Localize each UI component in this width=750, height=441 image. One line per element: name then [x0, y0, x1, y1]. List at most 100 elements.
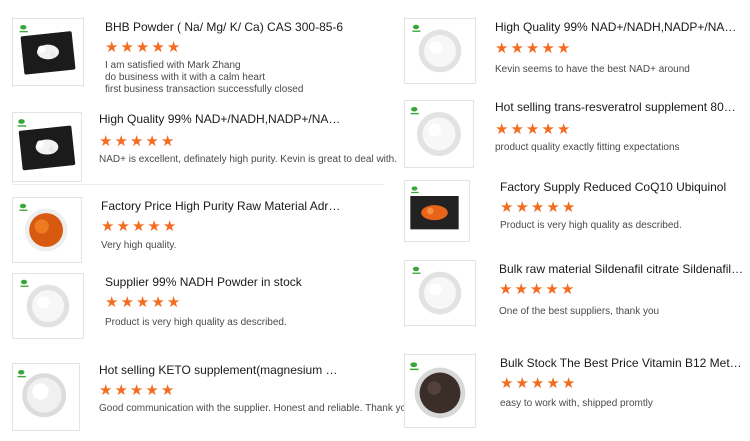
star-icon: ★ [160, 382, 175, 399]
star-icon: ★ [151, 39, 165, 56]
star-rating: ★ ★ ★ ★ ★ [105, 295, 180, 310]
divider [12, 184, 384, 185]
star-rating: ★ ★ ★ ★ ★ [500, 376, 575, 391]
star-rating: ★ ★ ★ ★ ★ [99, 134, 174, 149]
brand-logo-icon [17, 119, 27, 127]
star-icon: ★ [525, 40, 540, 57]
product-title-link[interactable]: Bulk Stock The Best Price Vitamin B12 Me… [500, 356, 745, 370]
star-icon: ★ [541, 40, 555, 57]
brand-logo-icon [19, 24, 28, 33]
review-comment: easy to work with, shipped promtly [500, 398, 653, 409]
star-rating: ★ ★ ★ ★ ★ [495, 122, 570, 137]
product-title-link[interactable]: Hot selling trans-resveratrol supplement… [495, 100, 740, 114]
product-title-link[interactable]: Supplier 99% NADH Powder in stock [105, 275, 302, 289]
star-icon: ★ [546, 199, 560, 216]
star-icon: ★ [129, 382, 144, 399]
white-powder-product-image[interactable] [12, 273, 84, 339]
star-icon: ★ [114, 382, 128, 399]
star-rating: ★ ★ ★ ★ ★ [495, 41, 570, 56]
star-icon: ★ [510, 40, 524, 57]
white-powder-product-image[interactable] [12, 18, 84, 86]
star-icon: ★ [162, 218, 177, 235]
star-icon: ★ [525, 121, 540, 138]
star-icon: ★ [556, 121, 571, 138]
white-powder-product-image[interactable] [404, 100, 474, 168]
brand-logo-icon [410, 106, 419, 115]
review-comment: first business transaction successfully … [105, 84, 304, 95]
review-comment: product quality exactly fitting expectat… [495, 142, 680, 153]
star-rating: ★ ★ ★ ★ ★ [499, 282, 574, 297]
product-title-link[interactable]: BHB Powder ( Na/ Mg/ K/ Ca) CAS 300-85-6 [105, 20, 343, 34]
star-icon: ★ [147, 218, 161, 235]
star-icon: ★ [500, 375, 514, 392]
star-icon: ★ [105, 39, 119, 56]
white-powder-product-image[interactable] [12, 112, 82, 182]
star-icon: ★ [145, 382, 159, 399]
orange-powder-product-image[interactable] [12, 197, 82, 263]
brand-logo-icon [17, 369, 26, 378]
dark-powder-product-image[interactable] [404, 354, 476, 428]
star-rating: ★ ★ ★ ★ ★ [500, 200, 575, 215]
star-icon: ★ [116, 218, 130, 235]
product-title-link[interactable]: High Quality 99% NAD+/NADH,NADP+/NADPH..… [495, 20, 740, 34]
brand-logo-icon [19, 203, 28, 211]
star-icon: ★ [135, 294, 150, 311]
star-rating: ★ ★ ★ ★ ★ [105, 40, 180, 55]
review-comment: NAD+ is excellent, definately high purit… [99, 154, 398, 165]
star-icon: ★ [131, 218, 146, 235]
star-icon: ★ [99, 382, 113, 399]
star-icon: ★ [101, 218, 115, 235]
star-icon: ★ [514, 281, 528, 298]
star-icon: ★ [561, 199, 576, 216]
star-icon: ★ [556, 40, 571, 57]
star-icon: ★ [114, 133, 128, 150]
product-title-link[interactable]: Factory Supply Reduced CoQ10 Ubiquinol [500, 180, 726, 194]
star-icon: ★ [510, 121, 524, 138]
star-icon: ★ [561, 375, 576, 392]
white-powder-product-image[interactable] [12, 363, 80, 431]
brand-logo-icon [409, 362, 419, 371]
star-icon: ★ [545, 281, 559, 298]
star-icon: ★ [129, 133, 144, 150]
star-icon: ★ [166, 294, 181, 311]
brand-logo-icon [412, 266, 421, 274]
star-icon: ★ [500, 199, 514, 216]
star-icon: ★ [99, 133, 113, 150]
star-icon: ★ [160, 133, 175, 150]
review-comment: Good communication with the supplier. Ho… [99, 403, 415, 414]
star-icon: ★ [166, 39, 181, 56]
star-icon: ★ [515, 199, 529, 216]
review-comment: I am satisfied with Mark Zhang [105, 60, 241, 71]
star-rating: ★ ★ ★ ★ ★ [101, 219, 176, 234]
star-icon: ★ [120, 39, 134, 56]
product-title-link[interactable]: Factory Price High Purity Raw Material A… [101, 199, 341, 213]
review-comment: do business with it with a calm heart [105, 72, 266, 83]
star-icon: ★ [546, 375, 560, 392]
star-icon: ★ [499, 281, 513, 298]
product-title-link[interactable]: Hot selling KETO supplement(magnesium BH… [99, 363, 339, 377]
brand-logo-icon [412, 24, 421, 32]
review-comment: Very high quality. [101, 240, 177, 251]
star-icon: ★ [541, 121, 555, 138]
review-comment: Kevin seems to have the best NAD+ around [495, 64, 690, 75]
star-icon: ★ [495, 121, 509, 138]
star-icon: ★ [145, 133, 159, 150]
star-icon: ★ [530, 199, 545, 216]
product-title-link[interactable]: High Quality 99% NAD+/NADH,NADP+/NADPH..… [99, 112, 344, 126]
orange-powder-product-image[interactable] [404, 180, 470, 242]
white-powder-product-image[interactable] [404, 18, 476, 84]
star-icon: ★ [560, 281, 575, 298]
star-icon: ★ [530, 375, 545, 392]
brand-logo-icon [411, 186, 419, 194]
product-title-link[interactable]: Bulk raw material Sildenafil citrate Sil… [499, 262, 744, 276]
star-rating: ★ ★ ★ ★ ★ [99, 383, 174, 398]
white-powder-product-image[interactable] [404, 260, 476, 326]
brand-logo-icon [20, 279, 29, 287]
review-comment: Product is very high quality as describe… [105, 317, 287, 328]
star-icon: ★ [151, 294, 165, 311]
star-icon: ★ [515, 375, 529, 392]
star-icon: ★ [120, 294, 134, 311]
star-icon: ★ [495, 40, 509, 57]
star-icon: ★ [529, 281, 544, 298]
star-icon: ★ [135, 39, 150, 56]
